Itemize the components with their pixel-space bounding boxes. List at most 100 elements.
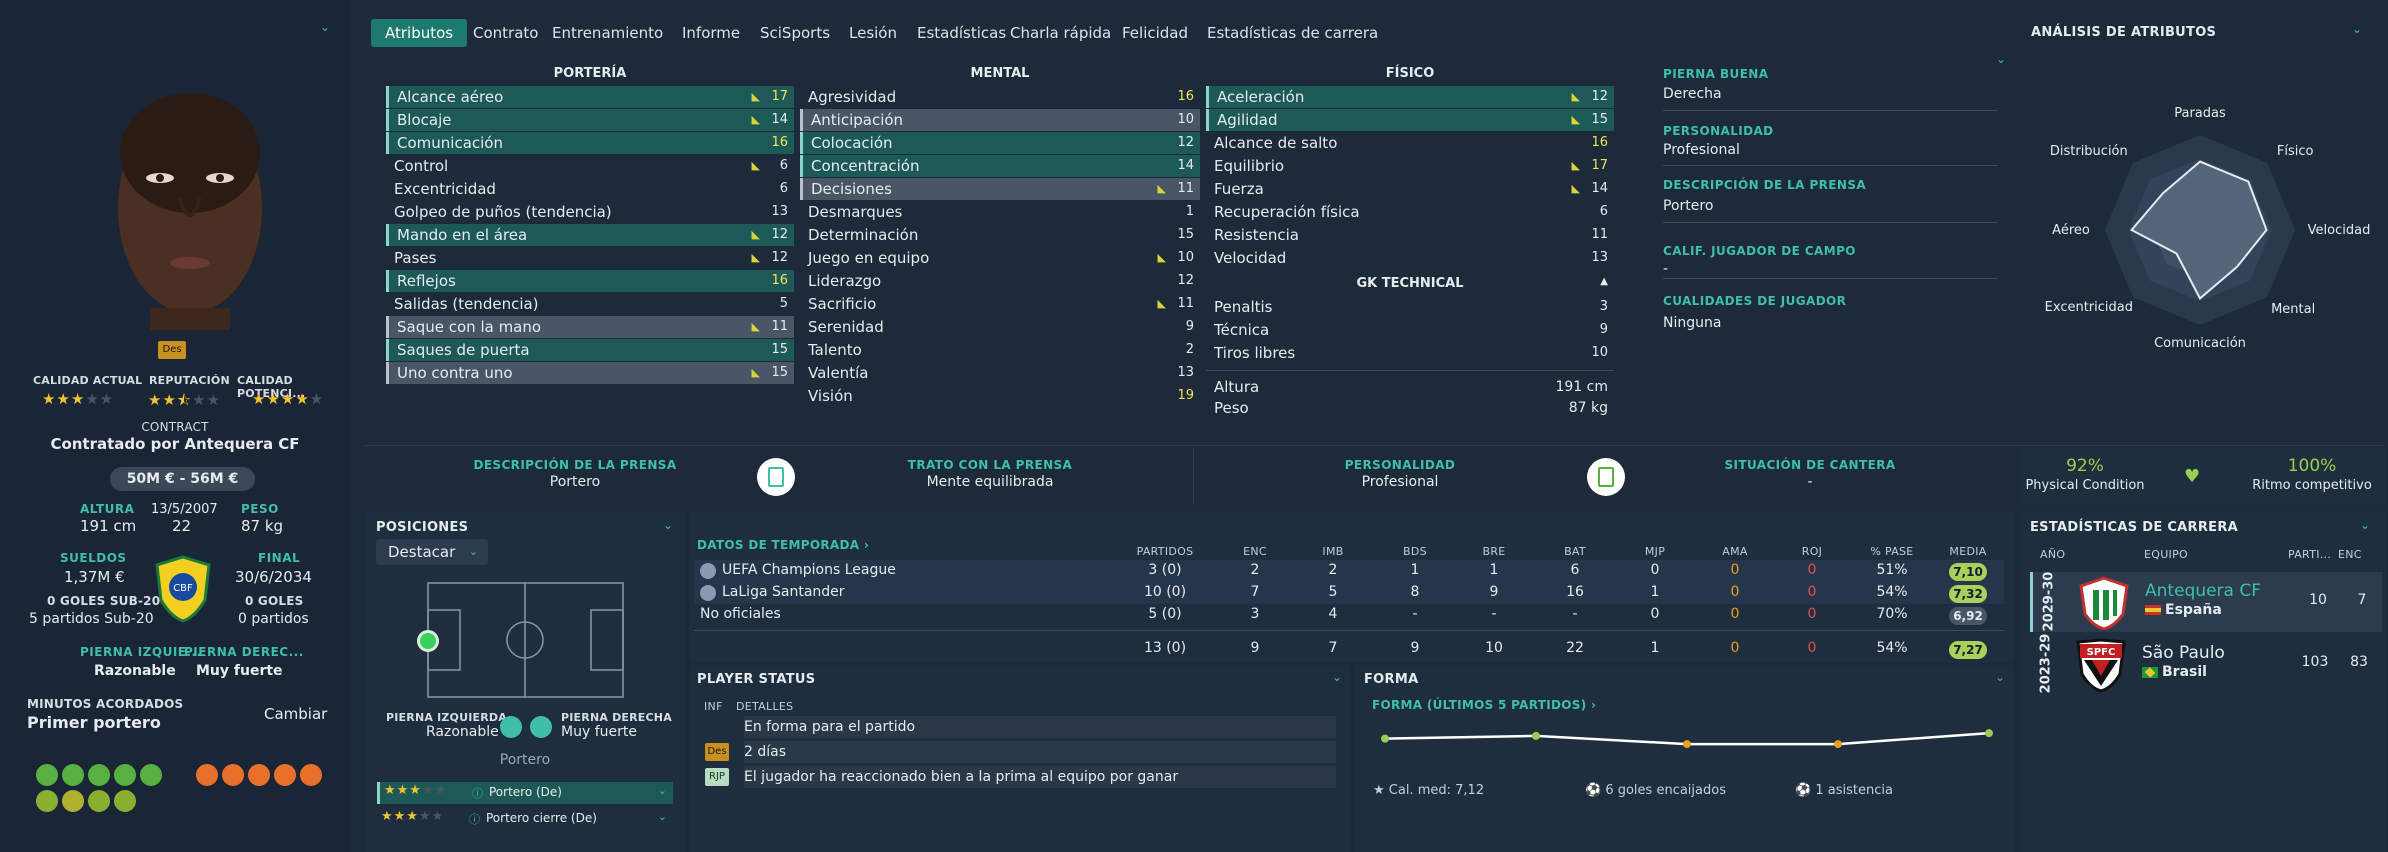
tab-atributos[interactable]: Atributos bbox=[371, 19, 468, 47]
attribute-row[interactable]: Decisiones 11 ◣ bbox=[800, 178, 1200, 200]
attribute-row[interactable]: Saque con la mano 11 ◣ bbox=[386, 316, 794, 338]
attribute-row[interactable]: Determinación 15 bbox=[800, 224, 1200, 246]
attribute-row[interactable]: Sacrificio 11 ◣ bbox=[800, 293, 1200, 315]
attribute-row[interactable]: Penaltis 3 bbox=[1206, 296, 1614, 318]
attribute-row[interactable]: Aceleración 12 ◣ bbox=[1206, 86, 1614, 108]
attribute-row[interactable]: Técnica 9 bbox=[1206, 319, 1614, 341]
form-point[interactable] bbox=[1683, 740, 1691, 749]
trait-icon[interactable] bbox=[196, 764, 218, 786]
tab-scisports[interactable]: SciSports bbox=[746, 19, 844, 47]
attribute-row[interactable]: Tiros libres 10 bbox=[1206, 342, 1614, 364]
attribute-row[interactable]: Liderazgo 12 bbox=[800, 270, 1200, 292]
trait-icon[interactable] bbox=[36, 790, 58, 812]
tab-charla-rapida[interactable]: Charla rápida bbox=[996, 19, 1125, 47]
form-point[interactable] bbox=[1532, 731, 1540, 740]
attribute-row[interactable]: Colocación 12 bbox=[800, 132, 1200, 154]
attribute-row[interactable]: Mando en el área 12 ◣ bbox=[386, 224, 794, 246]
attribute-row[interactable]: Alcance aéreo 17 ◣ bbox=[386, 86, 794, 108]
chevron-down-icon[interactable]: ⌄ bbox=[658, 810, 667, 823]
season-stats-title[interactable]: DATOS DE TEMPORADA › bbox=[697, 538, 869, 552]
trait-icon[interactable] bbox=[62, 764, 84, 786]
trait-icon[interactable] bbox=[36, 764, 58, 786]
career-row[interactable]: 2029-30 Antequera CF España 10 7 bbox=[2030, 572, 2382, 632]
season-col-header[interactable]: % PASE bbox=[1852, 545, 1932, 558]
chevron-down-icon[interactable]: ⌄ bbox=[1332, 670, 1342, 684]
trait-icon[interactable] bbox=[114, 790, 136, 812]
highlight-dropdown[interactable]: Destacar ⌄ bbox=[376, 539, 488, 565]
attribute-row[interactable]: Alcance de salto 16 bbox=[1206, 132, 1614, 154]
season-col-header[interactable]: BAT bbox=[1535, 545, 1615, 558]
season-col-header[interactable]: ROJ bbox=[1772, 545, 1852, 558]
form-point[interactable] bbox=[1985, 729, 1993, 738]
trait-icon[interactable] bbox=[140, 764, 162, 786]
trait-icon[interactable] bbox=[88, 790, 110, 812]
attribute-row[interactable]: Saques de puerta 15 bbox=[386, 339, 794, 361]
attribute-row[interactable]: Concentración 14 bbox=[800, 155, 1200, 177]
competition-name[interactable]: No oficiales bbox=[700, 606, 781, 622]
trait-icon[interactable] bbox=[88, 764, 110, 786]
season-col-header[interactable]: PARTIDOS bbox=[1125, 545, 1205, 558]
chevron-down-icon[interactable]: ⌄ bbox=[1996, 52, 2006, 66]
attribute-row[interactable]: Agresividad 16 bbox=[800, 86, 1200, 108]
tab-estadisticas-carrera[interactable]: Estadísticas de carrera bbox=[1193, 19, 1392, 47]
position-marker-goalkeeper[interactable] bbox=[417, 630, 439, 652]
attribute-row[interactable]: Excentricidad 6 bbox=[386, 178, 794, 200]
info-icon[interactable]: ⓘ bbox=[472, 785, 483, 801]
form-point[interactable] bbox=[1834, 740, 1842, 749]
season-col-header[interactable]: BRE bbox=[1454, 545, 1534, 558]
trait-icon[interactable] bbox=[300, 764, 322, 786]
tab-felicidad[interactable]: Felicidad bbox=[1108, 19, 1202, 47]
attribute-row[interactable]: Desmarques 1 bbox=[800, 201, 1200, 223]
trait-icon[interactable] bbox=[222, 764, 244, 786]
change-button[interactable]: Cambiar bbox=[264, 705, 327, 723]
attribute-row[interactable]: Serenidad 9 bbox=[800, 316, 1200, 338]
attribute-row[interactable]: Comunicación 16 bbox=[386, 132, 794, 154]
attribute-row[interactable]: Talento 2 bbox=[800, 339, 1200, 361]
season-col-header[interactable]: BDS bbox=[1375, 545, 1455, 558]
trait-icon[interactable] bbox=[248, 764, 270, 786]
attribute-row[interactable]: Pases 12 ◣ bbox=[386, 247, 794, 269]
attribute-row[interactable]: Agilidad 15 ◣ bbox=[1206, 109, 1614, 131]
attribute-row[interactable]: Juego en equipo 10 ◣ bbox=[800, 247, 1200, 269]
attribute-row[interactable]: Resistencia 11 bbox=[1206, 224, 1614, 246]
tab-entrenamiento[interactable]: Entrenamiento bbox=[538, 19, 677, 47]
attribute-row[interactable]: Fuerza 14 ◣ bbox=[1206, 178, 1614, 200]
role-row[interactable]: ★★★★★ ⓘ Portero cierre (De) ⌄ bbox=[377, 808, 673, 830]
attribute-row[interactable]: Salidas (tendencia) 5 bbox=[386, 293, 794, 315]
attribute-row[interactable]: Recuperación física 6 bbox=[1206, 201, 1614, 223]
chevron-down-icon[interactable]: ⌄ bbox=[2360, 518, 2370, 532]
competition-name[interactable]: LaLiga Santander bbox=[722, 584, 845, 600]
attribute-row[interactable]: Velocidad 13 bbox=[1206, 247, 1614, 269]
attribute-row[interactable]: Blocaje 14 ◣ bbox=[386, 109, 794, 131]
season-col-header[interactable]: MJP bbox=[1615, 545, 1695, 558]
career-team-link[interactable]: São Paulo bbox=[2142, 643, 2225, 663]
gk-technical-header[interactable]: GK TECHNICAL ▲ bbox=[1206, 276, 1614, 291]
attribute-row[interactable]: Control 6 ◣ bbox=[386, 155, 794, 177]
season-col-header[interactable]: MEDIA bbox=[1928, 545, 2008, 558]
role-row[interactable]: ★★★★★ ⓘ Portero (De) ⌄ bbox=[377, 782, 673, 804]
tab-informe[interactable]: Informe bbox=[668, 19, 754, 47]
attribute-row[interactable]: Anticipación 10 bbox=[800, 109, 1200, 131]
trait-icon[interactable] bbox=[114, 764, 136, 786]
attribute-row[interactable]: Visión 19 bbox=[800, 385, 1200, 407]
chevron-down-icon[interactable]: ⌄ bbox=[320, 20, 330, 34]
info-icon[interactable]: ⓘ bbox=[469, 811, 480, 827]
attribute-row[interactable]: Reflejos 16 bbox=[386, 270, 794, 292]
season-col-header[interactable]: ENC bbox=[1215, 545, 1295, 558]
attribute-row[interactable]: Equilibrio 17 ◣ bbox=[1206, 155, 1614, 177]
chevron-down-icon[interactable]: ⌄ bbox=[658, 784, 667, 797]
attribute-row[interactable]: Uno contra uno 15 ◣ bbox=[386, 362, 794, 384]
chevron-down-icon[interactable]: ⌄ bbox=[663, 518, 673, 532]
chevron-up-icon[interactable]: ▲ bbox=[1600, 276, 1608, 287]
trait-icon[interactable] bbox=[274, 764, 296, 786]
season-col-header[interactable]: IMB bbox=[1293, 545, 1373, 558]
attribute-row[interactable]: Golpeo de puños (tendencia) 13 bbox=[386, 201, 794, 223]
season-col-header[interactable]: AMA bbox=[1695, 545, 1775, 558]
career-row[interactable]: 2023-29 SPFC São Paulo Brasil 103 83 bbox=[2030, 634, 2382, 694]
chevron-down-icon[interactable]: ⌄ bbox=[1995, 670, 2005, 684]
trait-icon[interactable] bbox=[62, 790, 84, 812]
competition-name[interactable]: UEFA Champions League bbox=[722, 562, 896, 578]
form-point[interactable] bbox=[1381, 734, 1389, 743]
tab-lesion[interactable]: Lesión bbox=[835, 19, 911, 47]
career-team-link[interactable]: Antequera CF bbox=[2145, 581, 2261, 601]
